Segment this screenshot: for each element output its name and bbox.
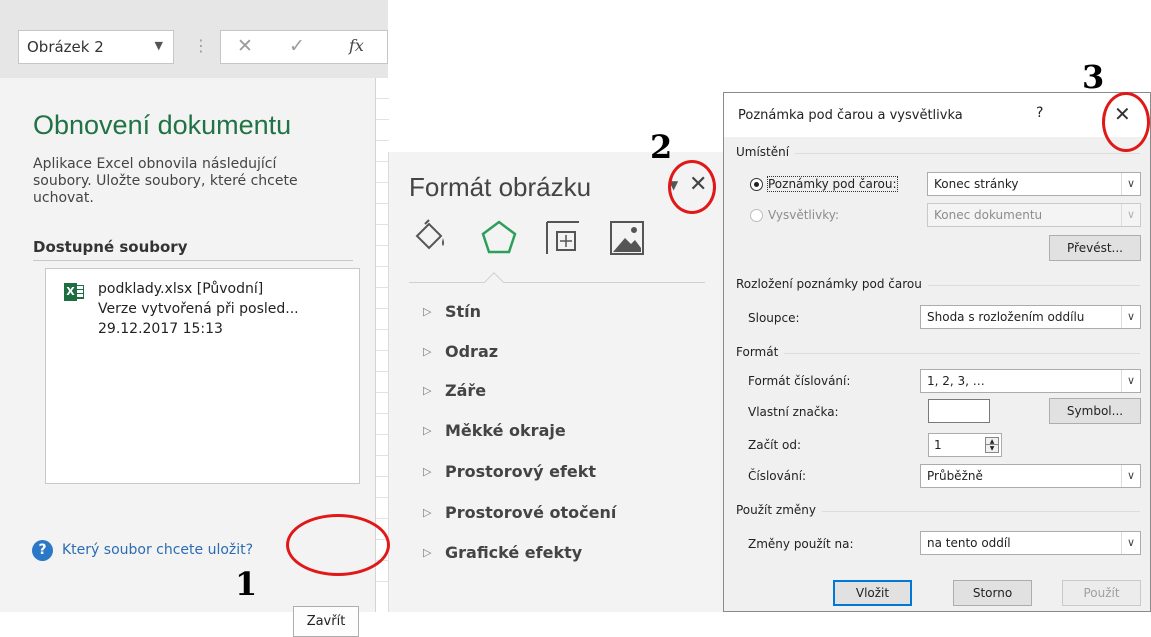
file-date: 29.12.2017 15:13 (98, 321, 223, 337)
help-link[interactable]: Který soubor chcete uložit? (62, 542, 253, 558)
picture-icon[interactable] (607, 218, 647, 258)
recovery-title: Obnovení dokumentu (33, 110, 292, 140)
select-value: Průběžně (927, 469, 983, 483)
dialog-titlebar: Poznámka pod čarou a vysvětlivka ? ✕ (724, 93, 1150, 137)
endnotes-radio[interactable] (750, 209, 763, 222)
apply-to-label: Změny použít na: (748, 537, 854, 551)
placement-group: Umístění (736, 145, 1140, 161)
cancel-button[interactable]: Storno (953, 580, 1032, 606)
section-label: Měkké okraje (445, 421, 566, 440)
formula-bar: Obrázek 2 ▼ ⋮ ✕ ✓ fx (0, 0, 388, 78)
excel-file-icon: X (64, 283, 84, 301)
pane-title: Formát obrázku (409, 172, 592, 202)
step-marker-2: 2 (650, 128, 673, 166)
columns-label: Sloupce: (748, 311, 800, 325)
select-value: na tento oddíl (927, 536, 1011, 550)
custom-mark-input[interactable] (928, 399, 990, 423)
section-label: Záře (445, 381, 487, 400)
numbering-select[interactable]: Průběžně ∨ (920, 464, 1141, 488)
chevron-down-icon[interactable]: ∨ (1121, 173, 1140, 195)
help-question-icon: ? (32, 540, 53, 561)
enter-check-icon[interactable]: ✓ (289, 35, 305, 57)
select-value: Konec dokumentu (934, 208, 1043, 222)
chevron-down-icon[interactable]: ∨ (1121, 204, 1140, 226)
chevron-down-icon[interactable]: ∨ (1121, 465, 1140, 487)
section-label: Prostorové otočení (445, 503, 617, 522)
section-label: Odraz (445, 342, 499, 361)
endnotes-label[interactable]: Vysvětlivky: (768, 208, 839, 222)
chevron-down-icon[interactable]: ∨ (1121, 306, 1140, 328)
available-files-heading: Dostupné soubory (33, 238, 353, 261)
start-at-stepper[interactable]: 1 ▲ ▼ (928, 433, 1002, 457)
recovery-description: Aplikace Excel obnovila následující soub… (33, 156, 298, 206)
endnotes-location-select[interactable]: Konec dokumentu ∨ (927, 203, 1141, 227)
highlight-ellipse-3 (1102, 92, 1150, 152)
group-label: Formát (736, 345, 785, 359)
highlight-ellipse-2 (668, 160, 716, 214)
stepper-up-icon[interactable]: ▲ (986, 438, 998, 445)
numbering-label: Číslování: (748, 469, 807, 483)
expand-triangle-icon: ▷ (423, 305, 432, 318)
highlight-ellipse-1 (286, 514, 390, 576)
section-label: Stín (445, 302, 482, 321)
group-label: Použít změny (736, 503, 822, 517)
step-marker-1: 1 (235, 565, 258, 603)
group-label: Rozložení poznámky pod čarou (736, 277, 928, 291)
select-value: 1, 2, 3, … (927, 374, 985, 388)
apply-to-select[interactable]: na tento oddíl ∨ (920, 531, 1141, 555)
name-box[interactable]: Obrázek 2 ▼ (18, 30, 174, 64)
step-marker-3: 3 (1082, 58, 1105, 96)
expand-triangle-icon: ▷ (423, 546, 432, 559)
expand-triangle-icon: ▷ (423, 506, 432, 519)
symbol-button[interactable]: Symbol... (1049, 398, 1141, 424)
footnote-endnote-dialog: Poznámka pod čarou a vysvětlivka ? ✕ Umí… (723, 92, 1151, 612)
file-name: podklady.xlsx [Původní] (98, 281, 264, 297)
insert-button[interactable]: Vložit (833, 580, 912, 606)
size-properties-icon[interactable] (543, 218, 583, 258)
number-format-label: Formát číslování: (748, 374, 851, 388)
chevron-down-icon[interactable]: ∨ (1121, 370, 1140, 392)
select-value: Shoda s rozložením oddílu (927, 310, 1085, 324)
select-value: Konec stránky (934, 177, 1019, 191)
chevron-down-icon[interactable]: ▼ (155, 39, 163, 52)
format-group: Formát (736, 345, 1140, 361)
expand-triangle-icon: ▷ (423, 465, 432, 478)
chevron-down-icon[interactable]: ∨ (1121, 532, 1140, 554)
apply-changes-group: Použít změny (736, 503, 1140, 519)
active-tab-indicator (484, 272, 504, 292)
fill-line-icon[interactable] (411, 218, 451, 258)
cancel-entry-icon[interactable]: ✕ (237, 35, 253, 57)
footnotes-radio[interactable] (750, 178, 763, 191)
resize-handle-icon[interactable]: ⋮ (193, 36, 209, 55)
expand-triangle-icon: ▷ (423, 424, 432, 437)
footnotes-label[interactable]: Poznámky pod čarou: (767, 176, 898, 192)
number-format-select[interactable]: 1, 2, 3, … ∨ (920, 369, 1141, 393)
name-box-value: Obrázek 2 (27, 38, 104, 56)
tab-divider (409, 282, 705, 283)
custom-mark-label: Vlastní značka: (748, 405, 839, 419)
effects-pentagon-icon[interactable] (479, 218, 519, 258)
formula-commands: ✕ ✓ fx (220, 30, 388, 64)
start-at-label: Začít od: (748, 438, 802, 452)
section-label: Grafické efekty (445, 543, 583, 562)
expand-triangle-icon: ▷ (423, 384, 432, 397)
footnotes-location-select[interactable]: Konec stránky ∨ (927, 172, 1141, 196)
stepper-value: 1 (934, 438, 942, 452)
stepper-down-icon[interactable]: ▼ (986, 445, 998, 452)
group-label: Umístění (736, 145, 796, 159)
apply-button[interactable]: Použít (1062, 580, 1141, 606)
dialog-help-icon[interactable]: ? (1036, 105, 1043, 121)
file-version: Verze vytvořená při posled... (98, 301, 299, 317)
expand-triangle-icon: ▷ (423, 345, 432, 358)
convert-button[interactable]: Převést... (1049, 235, 1141, 261)
layout-group: Rozložení poznámky pod čarou (736, 277, 1140, 293)
dialog-title: Poznámka pod čarou a vysvětlivka (738, 108, 963, 123)
columns-select[interactable]: Shoda s rozložením oddílu ∨ (920, 305, 1141, 329)
insert-function-icon[interactable]: fx (349, 36, 364, 55)
close-button[interactable]: Zavřít (293, 606, 359, 637)
recovered-files-list: X podklady.xlsx [Původní] Verze vytvořen… (45, 268, 360, 484)
format-picture-pane: Formát obrázku ▼ ✕ ▷ Stín ▷ Odraz ▷ Záře… (388, 152, 723, 612)
section-label: Prostorový efekt (445, 462, 597, 481)
